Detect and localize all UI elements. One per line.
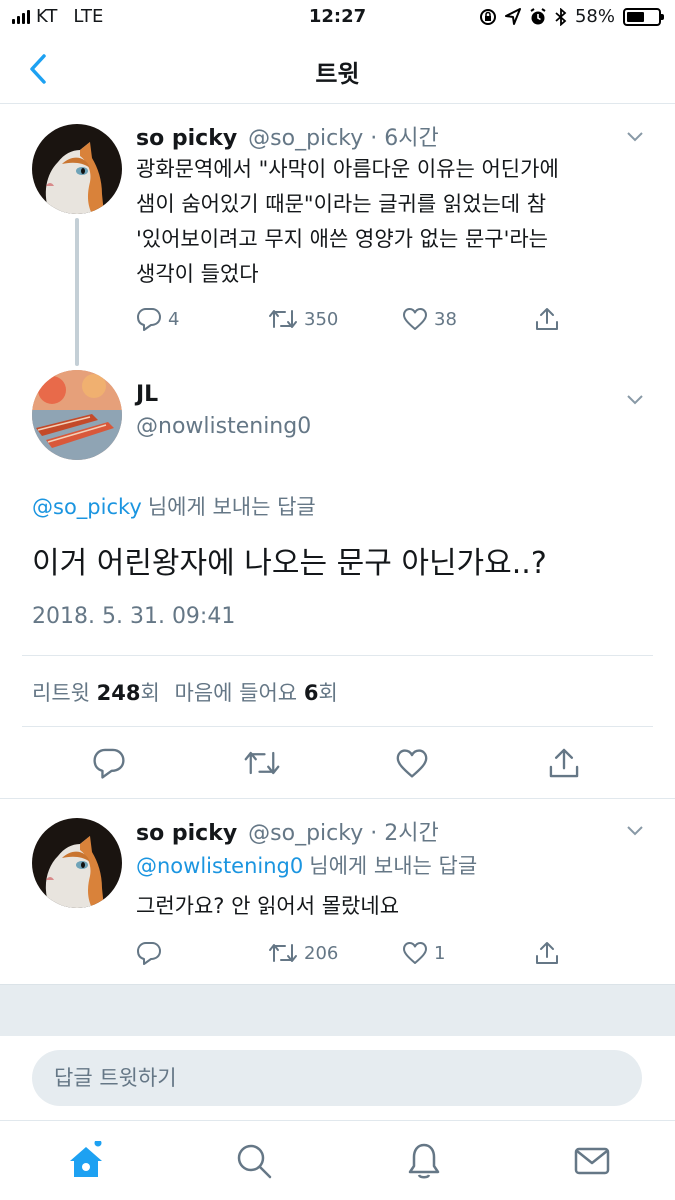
avatar-so-picky[interactable]: [32, 124, 122, 214]
reply-compose-input[interactable]: 답글 트윗하기: [32, 1050, 642, 1106]
tweet-actions: 206 1: [136, 940, 560, 966]
time-ago: 6시간: [384, 126, 439, 151]
reply-context-label: 님에게 보내는 답글: [309, 854, 478, 878]
thread-connector-line: [75, 218, 79, 366]
retweet-button[interactable]: 206: [268, 941, 402, 965]
divider: [0, 798, 675, 799]
engagement-stats: 리트윗 248회 마음에 들어요 6회: [32, 677, 338, 707]
status-bar: KT LTE 12:27 58%: [0, 0, 675, 36]
cat-avatar-image: [32, 124, 122, 214]
retweet-count: 350: [304, 308, 339, 330]
like-button[interactable]: 1: [402, 941, 534, 965]
reply-context: @so_picky 님에게 보내는 답글: [32, 491, 316, 521]
chevron-down-icon[interactable]: [626, 825, 644, 837]
reply-button[interactable]: 4: [136, 306, 268, 332]
battery-percent: 58%: [574, 6, 615, 27]
tweet-text-line: '있어보이려고 무지 애쓴 영양가 없는 문구'라는: [136, 227, 549, 251]
bluetooth-icon: [555, 7, 567, 26]
handle[interactable]: @so_picky: [248, 821, 363, 846]
like-count: 1: [434, 942, 446, 964]
tweet-actions: 4 350 38: [136, 306, 560, 332]
tweet-text-line: 샘이 숨어있기 때문"이라는 글귀를 읽었는데 참: [136, 192, 547, 216]
reply-context: @nowlistening0 님에게 보내는 답글: [136, 850, 477, 880]
tweet-text: 광화문역에서 "사막이 아름다운 이유는 어딘가에 샘이 숨어있기 때문"이라는…: [136, 152, 656, 292]
heart-icon: [403, 942, 427, 964]
retweet-stat[interactable]: 리트윗 248회: [32, 681, 167, 705]
retweet-icon[interactable]: [243, 748, 281, 778]
tweet-text: 이거 어린왕자에 나오는 문구 아닌가요..?: [32, 546, 547, 581]
alarm-icon: [530, 7, 546, 24]
share-icon: [536, 308, 558, 330]
heart-icon: [403, 308, 427, 330]
display-name[interactable]: JL: [136, 382, 158, 407]
share-icon[interactable]: [547, 746, 581, 780]
share-icon: [536, 942, 558, 964]
reply-button[interactable]: [136, 940, 268, 966]
boats-avatar-image: [32, 370, 122, 460]
avatar-so-picky[interactable]: [32, 818, 122, 908]
reply-context-label: 님에게 보내는 답글: [147, 495, 316, 519]
share-button[interactable]: [534, 306, 560, 332]
home-icon[interactable]: [66, 1141, 106, 1181]
reply-to-handle-link[interactable]: @so_picky: [32, 495, 142, 519]
reply-icon[interactable]: [92, 746, 126, 780]
retweet-icon: [269, 944, 297, 962]
reply-icon: [137, 942, 161, 965]
top-nav-bar: 트윗: [0, 36, 675, 104]
like-count: 38: [434, 308, 457, 330]
tweet-header: so picky @so_picky · 6시간: [136, 126, 439, 151]
handle[interactable]: @so_picky: [248, 126, 363, 151]
divider: [22, 726, 653, 727]
retweet-icon: [269, 310, 297, 328]
reply-to-handle-link[interactable]: @nowlistening0: [136, 854, 303, 878]
time-ago: 2시간: [384, 821, 439, 846]
tweet-text-line: 광화문역에서 "사막이 아름다운 이유는 어딘가에: [136, 157, 559, 181]
display-name[interactable]: so picky: [136, 821, 237, 846]
chevron-down-icon[interactable]: [626, 131, 644, 143]
handle[interactable]: @nowlistening0: [136, 414, 311, 439]
battery-icon: [623, 7, 664, 26]
battery-fill: [627, 11, 645, 22]
cat-avatar-image: [32, 818, 122, 908]
bottom-tab-bar: [0, 1120, 675, 1200]
tweet-text-line: 생각이 들었다: [136, 262, 259, 286]
retweet-count: 206: [304, 942, 339, 964]
tweet-timestamp: 2018. 5. 31. 09:41: [32, 604, 236, 629]
retweet-total: 248: [96, 681, 141, 705]
notifications-bell-icon[interactable]: [404, 1141, 444, 1181]
page-title: 트윗: [315, 60, 360, 88]
chevron-down-icon[interactable]: [626, 394, 644, 406]
reply-count: 4: [168, 308, 180, 330]
retweet-button[interactable]: 350: [268, 307, 402, 331]
timeline-end-spacer: [0, 984, 675, 1036]
avatar-jl[interactable]: [32, 370, 122, 460]
search-icon[interactable]: [234, 1141, 274, 1181]
tweet-text: 그런가요? 안 읽어서 몰랐네요: [136, 894, 400, 918]
like-button[interactable]: 38: [402, 307, 534, 331]
share-button[interactable]: [534, 940, 560, 966]
tweet-header: so picky @so_picky · 2시간: [136, 821, 439, 846]
rotation-lock-icon: [479, 8, 496, 25]
messages-envelope-icon[interactable]: [572, 1141, 612, 1181]
display-name[interactable]: so picky: [136, 126, 237, 151]
divider: [22, 655, 653, 656]
heart-icon[interactable]: [395, 748, 429, 779]
like-total: 6: [303, 681, 319, 705]
like-stat[interactable]: 마음에 들어요 6회: [175, 681, 338, 705]
reply-icon: [137, 308, 161, 331]
location-icon: [504, 7, 521, 25]
